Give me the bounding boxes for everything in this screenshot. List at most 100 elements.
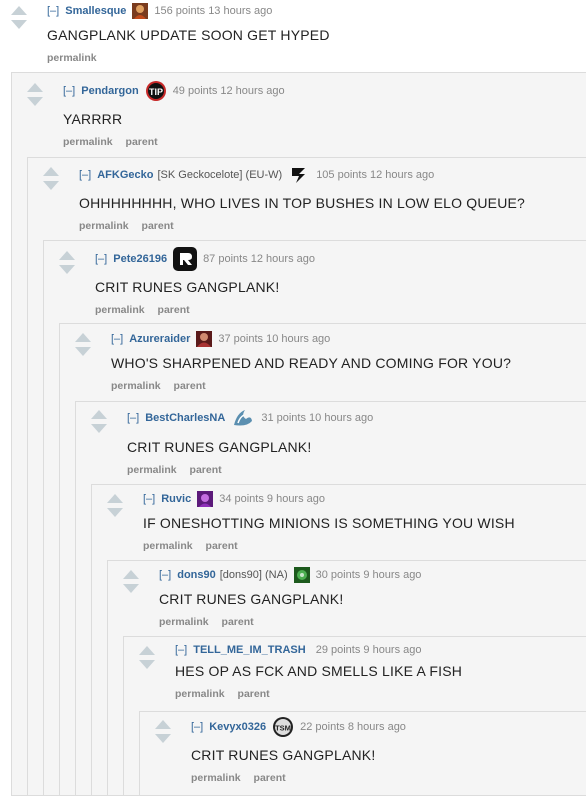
permalink-button[interactable]: permalink <box>111 380 161 392</box>
vote-arrows <box>58 251 76 274</box>
downvote-arrow-icon[interactable] <box>155 734 171 743</box>
author-link[interactable]: dons90 <box>177 569 216 581</box>
score-time: 34 points 9 hours ago <box>219 493 326 505</box>
author-link[interactable]: Pendargon <box>81 85 138 97</box>
upvote-arrow-icon[interactable] <box>43 167 59 176</box>
comment-header: [–] TELL_ME_IM_TRASH 29 points 9 hours a… <box>175 642 422 658</box>
vote-arrows <box>154 720 172 743</box>
champion-portrait-icon <box>293 567 310 583</box>
comment-text: YARRRR <box>63 111 123 127</box>
permalink-button[interactable]: permalink <box>79 220 129 232</box>
downvote-arrow-icon[interactable] <box>27 97 43 106</box>
comment-header: [–] dons90 [dons90] (NA) 30 points 9 hou… <box>159 567 421 583</box>
score-time: 87 points 12 hours ago <box>203 253 315 265</box>
collapse-toggle[interactable]: [–] <box>143 493 155 505</box>
parent-button[interactable]: parent <box>238 688 270 700</box>
comment-header: [–] Ruvic 34 points 9 hours ago <box>143 491 325 507</box>
comment-header: [–] AFKGecko [SK Geckocelote] (EU-W) 105… <box>79 167 434 183</box>
upvote-arrow-icon[interactable] <box>75 333 91 342</box>
upvote-arrow-icon[interactable] <box>59 251 75 260</box>
vote-arrows <box>10 6 28 29</box>
score-time: 49 points 12 hours ago <box>172 85 285 97</box>
comment-text: CRIT RUNES GANGPLANK! <box>127 439 312 455</box>
permalink-button[interactable]: permalink <box>95 304 145 316</box>
parent-button[interactable]: parent <box>142 220 174 232</box>
comment-text: OHHHHHHHH, WHO LIVES IN TOP BUSHES IN LO… <box>79 195 526 211</box>
author-link[interactable]: Smallesque <box>65 5 126 17</box>
permalink-button[interactable]: permalink <box>191 772 241 784</box>
comment-header: [–] Smallesque 156 points 13 hours ago <box>47 3 272 19</box>
score-time: 22 points 8 hours ago <box>300 721 406 733</box>
collapse-toggle[interactable]: [–] <box>79 169 91 181</box>
author-link[interactable]: AFKGecko <box>97 169 153 181</box>
permalink-button[interactable]: permalink <box>47 52 97 64</box>
author-link[interactable]: BestCharlesNA <box>145 412 225 424</box>
permalink-button[interactable]: permalink <box>127 464 177 476</box>
downvote-arrow-icon[interactable] <box>107 508 123 517</box>
comment-buttons: permalink parent <box>175 688 280 700</box>
svg-text:TSM: TSM <box>275 724 291 733</box>
vote-arrows <box>74 333 92 356</box>
comment-buttons: permalink <box>47 52 107 64</box>
collapse-toggle[interactable]: [–] <box>127 412 139 424</box>
upvote-arrow-icon[interactable] <box>123 570 139 579</box>
collapse-toggle[interactable]: [–] <box>175 644 187 656</box>
vote-arrows <box>26 83 44 106</box>
collapse-toggle[interactable]: [–] <box>47 5 59 17</box>
comment-buttons: permalink parent <box>159 616 264 628</box>
permalink-button[interactable]: permalink <box>175 688 225 700</box>
champion-portrait-icon <box>196 331 213 347</box>
champion-portrait-icon <box>197 491 214 507</box>
comment-text: WHO'S SHARPENED AND READY AND COMING FOR… <box>111 355 512 371</box>
parent-button[interactable]: parent <box>190 464 222 476</box>
upvote-arrow-icon[interactable] <box>155 720 171 729</box>
upvote-arrow-icon[interactable] <box>27 83 43 92</box>
permalink-button[interactable]: permalink <box>143 540 193 552</box>
parent-button[interactable]: parent <box>222 616 254 628</box>
user-flair: [dons90] (NA) <box>219 569 288 581</box>
upvote-arrow-icon[interactable] <box>91 410 107 419</box>
score-time: 30 points 9 hours ago <box>315 569 422 581</box>
downvote-arrow-icon[interactable] <box>43 181 59 190</box>
parent-button[interactable]: parent <box>206 540 238 552</box>
team-logo-icon <box>173 247 198 271</box>
collapse-toggle[interactable]: [–] <box>191 721 203 733</box>
comment-buttons: permalink parent <box>127 464 232 476</box>
comment-text: CRIT RUNES GANGPLANK! <box>95 279 280 295</box>
upvote-arrow-icon[interactable] <box>11 6 27 15</box>
parent-button[interactable]: parent <box>158 304 190 316</box>
team-liquid-logo-icon <box>231 407 255 429</box>
collapse-toggle[interactable]: [–] <box>159 569 171 581</box>
author-link[interactable]: TELL_ME_IM_TRASH <box>193 644 305 656</box>
score-time: 29 points 9 hours ago <box>315 644 422 656</box>
collapse-toggle[interactable]: [–] <box>95 253 107 265</box>
parent-button[interactable]: parent <box>254 772 286 784</box>
permalink-button[interactable]: permalink <box>159 616 209 628</box>
comment-text: CRIT RUNES GANGPLANK! <box>191 747 376 763</box>
comment-text: HES OP AS FCK AND SMELLS LIKE A FISH <box>175 663 463 679</box>
collapse-toggle[interactable]: [–] <box>63 85 75 97</box>
downvote-arrow-icon[interactable] <box>139 660 155 669</box>
comment-buttons: permalink parent <box>79 220 184 232</box>
author-link[interactable]: Kevyx0326 <box>209 721 266 733</box>
permalink-button[interactable]: permalink <box>63 136 113 148</box>
comment-buttons: permalink parent <box>63 136 168 148</box>
author-link[interactable]: Ruvic <box>161 493 191 505</box>
parent-button[interactable]: parent <box>174 380 206 392</box>
collapse-toggle[interactable]: [–] <box>111 333 123 345</box>
author-link[interactable]: Pete26196 <box>113 253 167 265</box>
comment-text: CRIT RUNES GANGPLANK! <box>159 591 344 607</box>
downvote-arrow-icon[interactable] <box>75 347 91 356</box>
downvote-arrow-icon[interactable] <box>91 424 107 433</box>
champion-portrait-icon <box>132 3 149 19</box>
downvote-arrow-icon[interactable] <box>11 20 27 29</box>
score-time: 105 points 12 hours ago <box>316 169 435 181</box>
downvote-arrow-icon[interactable] <box>123 584 139 593</box>
upvote-arrow-icon[interactable] <box>107 494 123 503</box>
upvote-arrow-icon[interactable] <box>139 646 155 655</box>
sk-gaming-logo-icon <box>288 164 310 186</box>
parent-button[interactable]: parent <box>126 136 158 148</box>
author-link[interactable]: Azureraider <box>129 333 190 345</box>
vote-arrows <box>138 646 156 669</box>
downvote-arrow-icon[interactable] <box>59 265 75 274</box>
